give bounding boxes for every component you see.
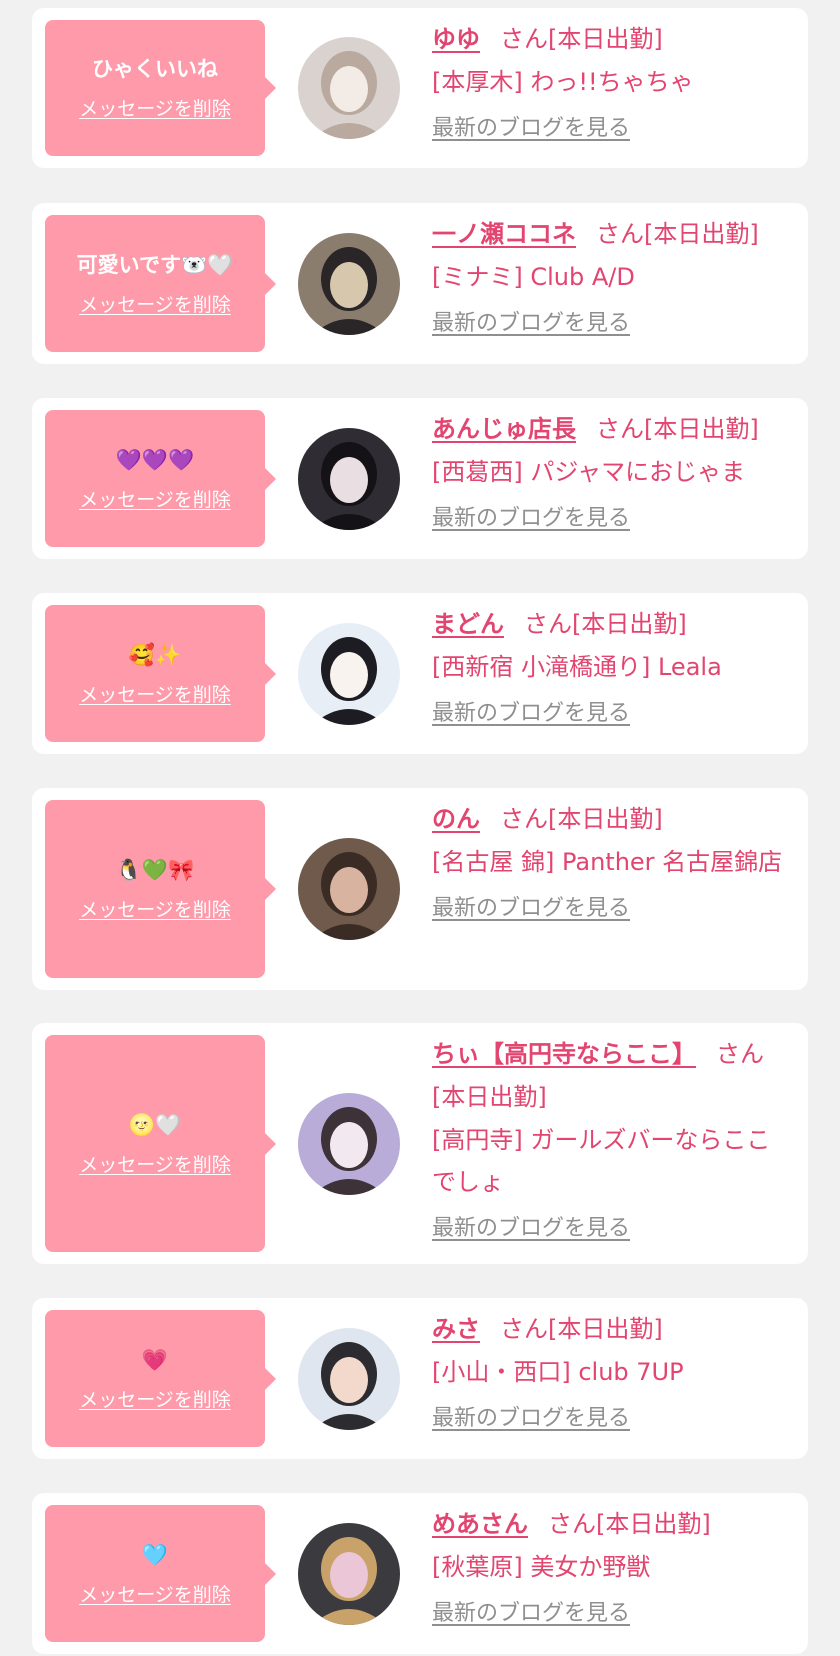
latest-blog-link[interactable]: 最新のブログを見る [432,1401,630,1437]
delete-message-link[interactable]: メッセージを削除 [79,898,231,922]
cast-status: さん[本日出勤] [500,25,663,53]
latest-blog-link[interactable]: 最新のブログを見る [432,501,630,537]
avatar-photo [298,838,400,940]
message-text: 💗 [141,1347,169,1372]
avatar[interactable] [298,37,400,139]
avatar-photo [298,1523,400,1625]
cast-title-line: 一ノ瀬ココネ さん[本日出勤] [432,213,786,256]
delete-message-link[interactable]: メッセージを削除 [79,293,231,317]
cast-name-link[interactable]: みさ [432,1315,480,1343]
cast-title-line: ちぃ【高円寺ならここ】 さん[本日出勤] [432,1033,786,1119]
delete-message-link[interactable]: メッセージを削除 [79,1388,231,1412]
shop-name: [高円寺] ガールズバーならここでしょ [432,1126,771,1196]
shop-name: [名古屋 錦] Panther 名古屋錦店 [432,848,783,876]
delete-message-link[interactable]: メッセージを削除 [79,1583,231,1607]
list-item: 💗 メッセージを削除 みさ さん[本日出勤] [小山・西口] club 7UP 最… [32,1298,808,1459]
avatar[interactable] [298,623,400,725]
avatar[interactable] [298,1523,400,1625]
message-text: 🩵 [141,1542,169,1567]
list-item: 💜💜💜 メッセージを削除 あんじゅ店長 さん[本日出勤] [西葛西] パジャマにお… [32,398,808,559]
latest-blog-link[interactable]: 最新のブログを見る [432,891,630,927]
message-bubble: 💜💜💜 メッセージを削除 [45,410,276,547]
avatar[interactable] [298,233,400,335]
delete-message-link[interactable]: メッセージを削除 [79,1153,231,1177]
avatar[interactable] [298,838,400,940]
delete-message-link[interactable]: メッセージを削除 [79,488,231,512]
cast-name-link[interactable]: 一ノ瀬ココネ [432,220,576,248]
latest-blog-link[interactable]: 最新のブログを見る [432,696,630,732]
shop-name: [西葛西] パジャマにおじゃま [432,458,746,486]
latest-blog-link[interactable]: 最新のブログを見る [432,306,630,342]
cast-title-line: まどん さん[本日出勤] [432,603,786,646]
message-bubble: 🐧💚🎀 メッセージを削除 [45,800,276,978]
message-text: 🐧💚🎀 [115,858,195,882]
cast-status: さん[本日出勤] [596,220,759,248]
cast-title-line: のん さん[本日出勤] [432,798,786,841]
message-text: ひゃくいいね [92,57,218,81]
shop-name: [西新宿 小滝橋通り] Leala [432,653,722,681]
cast-title-line: ゆゆ さん[本日出勤] [432,18,786,61]
cast-status: さん[本日出勤] [500,1315,663,1343]
cast-name-link[interactable]: ゆゆ [432,25,480,53]
message-bubble: 🌝🤍 メッセージを削除 [45,1035,276,1252]
cast-name-link[interactable]: めあさん [432,1510,528,1538]
message-text: 🥰✨ [128,642,182,667]
message-text: 可愛いです🐻‍❄️🤍 [76,252,234,277]
avatar[interactable] [298,1328,400,1430]
cast-name-link[interactable]: まどん [432,610,504,638]
delete-message-link[interactable]: メッセージを削除 [79,97,231,121]
message-bubble: ひゃくいいね メッセージを削除 [45,20,276,156]
cast-status: さん[本日出勤] [548,1510,711,1538]
avatar-photo [298,428,400,530]
cast-name-link[interactable]: のん [432,805,480,833]
shop-name: [ミナミ] Club A/D [432,263,635,291]
message-bubble: 🩵 メッセージを削除 [45,1505,276,1642]
avatar-photo [298,1328,400,1430]
shop-name: [秋葉原] 美女か野獣 [432,1553,651,1581]
avatar-photo [298,37,400,139]
shop-name: [小山・西口] club 7UP [432,1358,684,1386]
cast-title-line: あんじゅ店長 さん[本日出勤] [432,408,786,451]
message-bubble: 💗 メッセージを削除 [45,1310,276,1447]
list-item: 🩵 メッセージを削除 めあさん さん[本日出勤] [秋葉原] 美女か野獣 最新のブ… [32,1493,808,1654]
list-item: 🌝🤍 メッセージを削除 ちぃ【高円寺ならここ】 さん[本日出勤] [高円寺] ガー… [32,1023,808,1264]
list-item: ひゃくいいね メッセージを削除 ゆゆ さん[本日出勤] [本厚木] わっ!!ちゃち… [32,8,808,168]
avatar[interactable] [298,428,400,530]
cast-name-link[interactable]: ちぃ【高円寺ならここ】 [432,1040,696,1068]
avatar[interactable] [298,1093,400,1195]
latest-blog-link[interactable]: 最新のブログを見る [432,1596,630,1632]
latest-blog-link[interactable]: 最新のブログを見る [432,111,630,147]
cast-status: さん[本日出勤] [500,805,663,833]
message-text: 🌝🤍 [128,1112,182,1137]
list-item: 🥰✨ メッセージを削除 まどん さん[本日出勤] [西新宿 小滝橋通り] Leal… [32,593,808,754]
cast-status: さん[本日出勤] [524,610,687,638]
cast-title-line: めあさん さん[本日出勤] [432,1503,786,1546]
avatar-photo [298,233,400,335]
latest-blog-link[interactable]: 最新のブログを見る [432,1211,630,1247]
delete-message-link[interactable]: メッセージを削除 [79,683,231,707]
cast-status: さん[本日出勤] [596,415,759,443]
avatar-photo [298,623,400,725]
cast-title-line: みさ さん[本日出勤] [432,1308,786,1351]
avatar-photo [298,1093,400,1195]
cast-name-link[interactable]: あんじゅ店長 [432,415,576,443]
favorite-message-list: ひゃくいいね メッセージを削除 ゆゆ さん[本日出勤] [本厚木] わっ!!ちゃち… [0,0,840,1656]
message-text: 💜💜💜 [115,447,195,472]
list-item: 🐧💚🎀 メッセージを削除 のん さん[本日出勤] [名古屋 錦] Panther … [32,788,808,990]
message-bubble: 🥰✨ メッセージを削除 [45,605,276,742]
shop-name: [本厚木] わっ!!ちゃちゃ [432,68,694,96]
list-item: 可愛いです🐻‍❄️🤍 メッセージを削除 一ノ瀬ココネ さん[本日出勤] [ミナミ]… [32,203,808,364]
message-bubble: 可愛いです🐻‍❄️🤍 メッセージを削除 [45,215,276,352]
